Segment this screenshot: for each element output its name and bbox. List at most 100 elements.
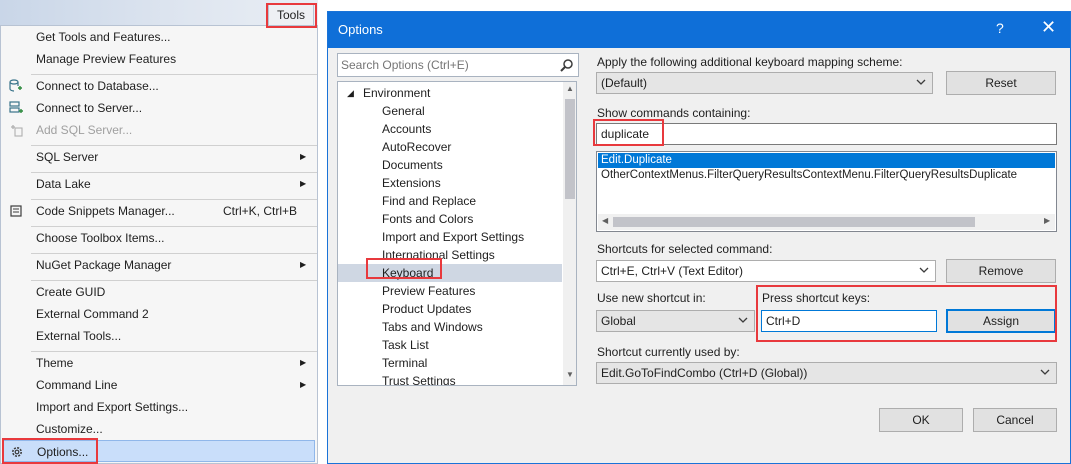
mapping-scheme-dropdown[interactable]: (Default): [596, 72, 933, 94]
shortcuts-label: Shortcuts for selected command:: [597, 242, 773, 256]
used-by-dropdown[interactable]: Edit.GoToFindCombo (Ctrl+D (Global)): [596, 362, 1057, 384]
chevron-down-icon: [919, 267, 929, 273]
connect-database-icon: [9, 79, 22, 92]
tree-item[interactable]: Import and Export Settings: [338, 228, 562, 246]
chevron-down-icon: [1040, 369, 1050, 375]
show-commands-value: duplicate: [601, 127, 650, 141]
tree-item[interactable]: Preview Features: [338, 282, 562, 300]
options-search-input[interactable]: [341, 57, 551, 73]
close-icon[interactable]: ✕: [1041, 17, 1056, 38]
menu-item-label: Get Tools and Features...: [36, 30, 171, 44]
menu-item-label: Command Line: [36, 378, 118, 392]
submenu-arrow-icon: ▶: [300, 152, 307, 161]
scroll-down-icon[interactable]: ▼: [566, 370, 574, 379]
tree-item[interactable]: Task List: [338, 336, 562, 354]
commands-list[interactable]: Edit.Duplicate OtherContextMenus.FilterQ…: [596, 151, 1057, 232]
search-icon[interactable]: [560, 58, 574, 72]
menu-item-label: Customize...: [36, 422, 103, 436]
tree-item[interactable]: Terminal: [338, 354, 562, 372]
reset-button[interactable]: Reset: [946, 71, 1056, 95]
menu-item-label: Options...: [37, 445, 89, 459]
tree-item[interactable]: Trust Settings: [338, 372, 562, 385]
tree-item-label: AutoRecover: [382, 140, 452, 154]
options-tree[interactable]: ◢ Environment General Accounts AutoRecove…: [337, 81, 577, 386]
menu-item-sql-server[interactable]: SQL Server ▶: [1, 146, 317, 168]
menu-item-external-tools[interactable]: External Tools...: [1, 325, 317, 347]
tree-item-label: Terminal: [382, 356, 428, 370]
ok-button[interactable]: OK: [879, 408, 963, 432]
tree-item-keyboard[interactable]: Keyboard: [338, 264, 562, 282]
menu-item-label: NuGet Package Manager: [36, 258, 172, 272]
tree-item[interactable]: Find and Replace: [338, 192, 562, 210]
remove-button[interactable]: Remove: [946, 259, 1056, 283]
menu-item-options[interactable]: Options...: [3, 440, 315, 462]
menu-item-label: SQL Server: [36, 150, 99, 164]
menu-item-create-guid[interactable]: Create GUID: [1, 281, 317, 303]
menu-item-command-line[interactable]: Command Line ▶: [1, 374, 317, 396]
scroll-up-icon[interactable]: ▲: [566, 84, 574, 93]
menu-item-customize[interactable]: Customize...: [1, 418, 317, 440]
submenu-arrow-icon: ▶: [300, 260, 307, 269]
menu-item-code-snippets[interactable]: Code Snippets Manager... Ctrl+K, Ctrl+B: [1, 200, 317, 222]
menu-item-nuget[interactable]: NuGet Package Manager ▶: [1, 254, 317, 276]
options-search-box[interactable]: [337, 53, 579, 77]
tree-item-label: Find and Replace: [382, 194, 477, 208]
menu-item-theme[interactable]: Theme ▶: [1, 352, 317, 374]
tools-menu-tab[interactable]: Tools: [268, 4, 314, 26]
show-commands-input[interactable]: duplicate: [596, 123, 1057, 145]
tree-node-environment[interactable]: ◢ Environment: [338, 84, 562, 102]
scroll-left-icon[interactable]: ◀: [602, 216, 608, 225]
menu-item-get-tools[interactable]: Get Tools and Features...: [1, 26, 317, 48]
menu-item-connect-server[interactable]: Connect to Server...: [1, 97, 317, 119]
shortcuts-dropdown[interactable]: Ctrl+E, Ctrl+V (Text Editor): [596, 260, 936, 282]
menu-item-connect-database[interactable]: Connect to Database...: [1, 75, 317, 97]
tree-item[interactable]: Extensions: [338, 174, 562, 192]
tree-item[interactable]: Accounts: [338, 120, 562, 138]
command-name: Edit.Duplicate: [601, 154, 672, 166]
scrollbar-thumb[interactable]: [613, 217, 975, 227]
menu-item-data-lake[interactable]: Data Lake ▶: [1, 173, 317, 195]
tree-item[interactable]: General: [338, 102, 562, 120]
menu-item-toolbox-items[interactable]: Choose Toolbox Items...: [1, 227, 317, 249]
tree-node-label: Environment: [363, 86, 431, 100]
tree-item-label: Documents: [382, 158, 443, 172]
menu-item-manage-preview[interactable]: Manage Preview Features: [1, 48, 317, 70]
tree-item[interactable]: AutoRecover: [338, 138, 562, 156]
menu-item-label: Data Lake: [36, 177, 91, 191]
use-new-shortcut-label: Use new shortcut in:: [597, 291, 706, 305]
press-shortcut-input[interactable]: Ctrl+D: [761, 310, 937, 332]
menu-item-label: External Command 2: [36, 307, 149, 321]
show-commands-label: Show commands containing:: [597, 106, 751, 120]
dialog-title: Options: [338, 22, 383, 37]
menu-item-label: Code Snippets Manager...: [36, 204, 175, 218]
use-new-shortcut-dropdown[interactable]: Global: [596, 310, 755, 332]
commands-hscrollbar[interactable]: ◀ ▶: [598, 214, 1055, 230]
tree-item[interactable]: Documents: [338, 156, 562, 174]
code-snippets-icon: [10, 205, 22, 217]
tree-item[interactable]: Tabs and Windows: [338, 318, 562, 336]
scroll-right-icon[interactable]: ▶: [1044, 216, 1050, 225]
tree-item[interactable]: International Settings: [338, 246, 562, 264]
cancel-button[interactable]: Cancel: [973, 408, 1057, 432]
tree-item-label: Accounts: [382, 122, 432, 136]
menu-item-import-export[interactable]: Import and Export Settings...: [1, 396, 317, 418]
assign-button[interactable]: Assign: [946, 309, 1056, 333]
scrollbar-thumb[interactable]: [565, 99, 575, 199]
tree-scrollbar[interactable]: ▲ ▼: [563, 82, 576, 385]
menu-item-label: Choose Toolbox Items...: [36, 231, 165, 245]
tree-item[interactable]: Fonts and Colors: [338, 210, 562, 228]
tree-item-label: Tabs and Windows: [382, 320, 483, 334]
options-dialog: Options ? ✕ ◢ Environment General Account…: [327, 11, 1071, 464]
dialog-titlebar: Options ? ✕: [328, 12, 1070, 48]
menu-item-label: Connect to Database...: [36, 79, 159, 93]
list-item[interactable]: OtherContextMenus.FilterQueryResultsCont…: [598, 168, 1055, 183]
add-sql-server-icon: [11, 125, 23, 137]
collapse-caret-icon[interactable]: ◢: [347, 84, 354, 102]
press-shortcut-label: Press shortcut keys:: [762, 291, 871, 305]
tree-item-label: Task List: [382, 338, 429, 352]
help-icon[interactable]: ?: [996, 20, 1004, 36]
list-item[interactable]: Edit.Duplicate: [598, 153, 1055, 168]
tree-item-label: International Settings: [382, 248, 495, 262]
menu-item-external-command-2[interactable]: External Command 2: [1, 303, 317, 325]
tree-item[interactable]: Product Updates: [338, 300, 562, 318]
